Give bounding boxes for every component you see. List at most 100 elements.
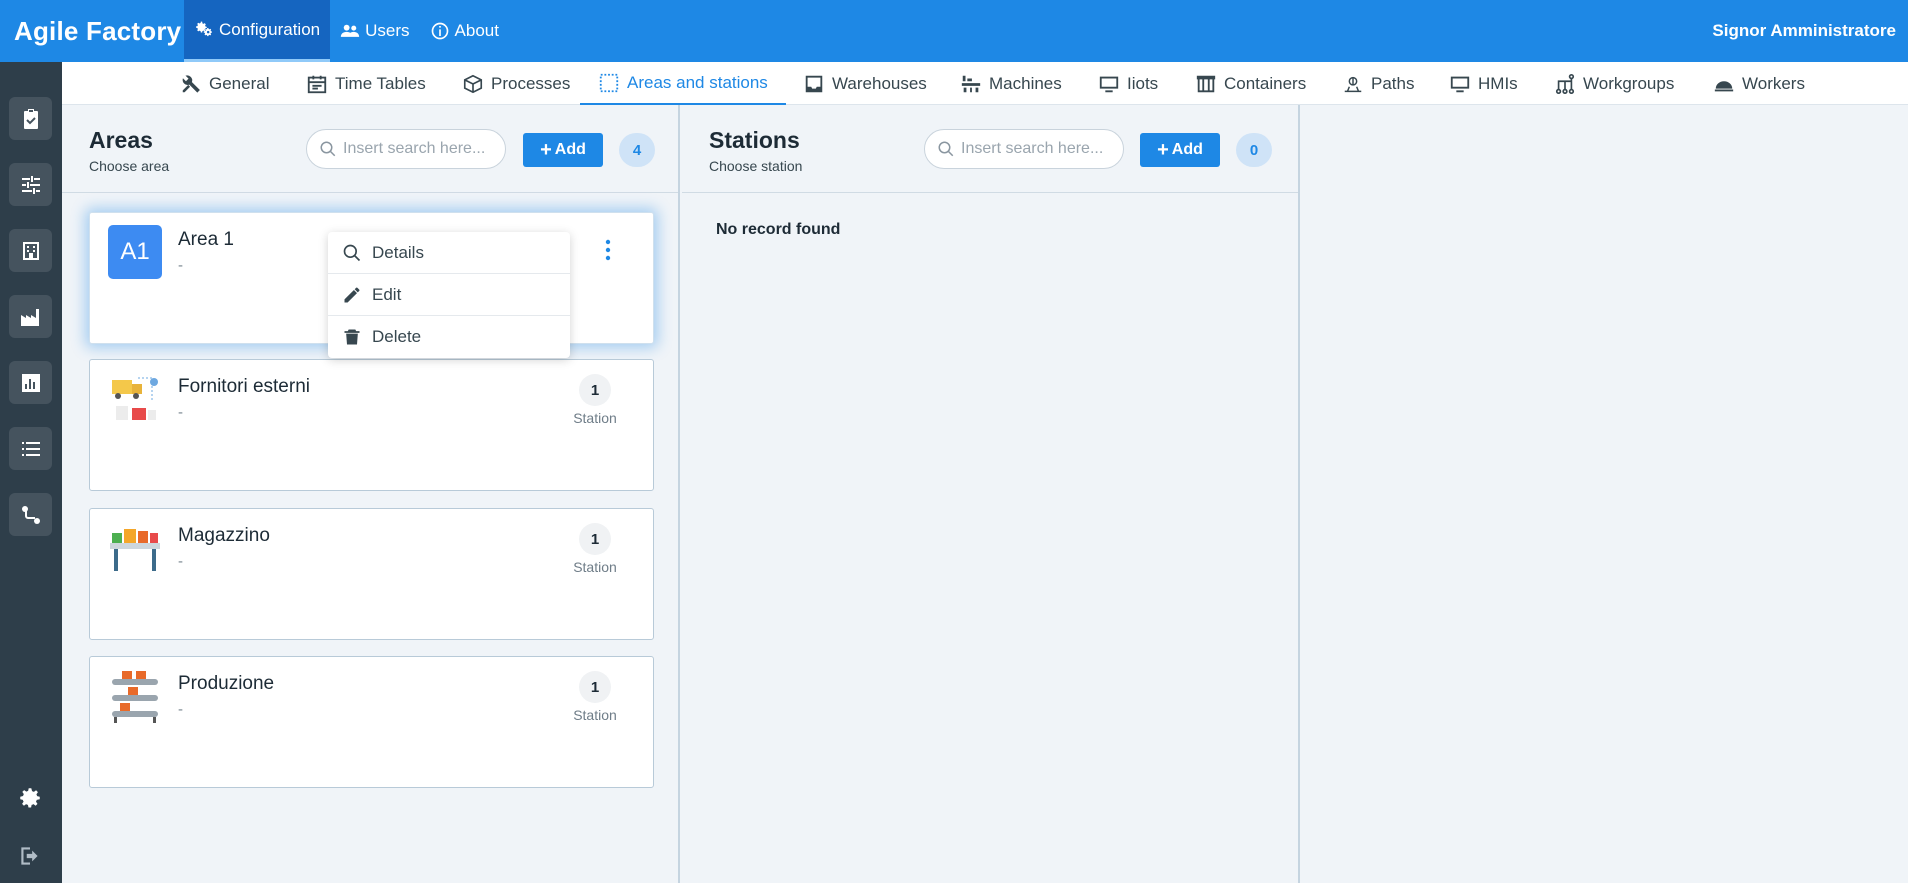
sidebar-logout-button[interactable] [14,840,46,872]
tab-general[interactable]: General [180,62,269,105]
kebab-menu-icon[interactable] [603,239,613,261]
area-card-magazzino[interactable]: Magazzino - 1 Station [89,508,654,640]
tab-workers-label: Workers [1742,73,1805,93]
area-name: Fornitori esterni [178,376,310,397]
tab-warehouses-label: Warehouses [832,73,927,93]
menu-edit-label: Edit [372,284,402,304]
area-description: - [178,553,183,570]
sidebar-reports-button[interactable] [9,361,52,404]
menu-details[interactable]: Details [328,232,570,274]
stations-search-input[interactable] [961,140,1121,158]
user-menu[interactable]: Signor Amministratore [1712,0,1896,62]
nav-users[interactable]: Users [330,0,419,62]
stations-search[interactable] [924,129,1124,169]
stations-count-badge: 0 [1236,133,1272,167]
station-count-label: Station [573,707,617,723]
station-count-value: 1 [579,374,611,406]
gear-icon [20,788,40,808]
sub-nav: General Time Tables Processes Areas and … [62,62,1908,105]
menu-edit[interactable]: Edit [328,274,570,316]
machine-icon [961,75,981,92]
tab-time-tables-label: Time Tables [335,73,426,93]
station-count-label: Station [573,559,617,575]
area-card-produzione[interactable]: Produzione - 1 Station [89,656,654,788]
hardhat-icon [1714,80,1734,91]
area-name: Produzione [178,673,275,694]
tab-machines[interactable]: Machines [960,62,1062,105]
monitor-icon [1450,76,1470,92]
tab-processes[interactable]: Processes [462,62,570,105]
area-context-menu: Details Edit Delete [328,232,570,358]
sidebar-settings-button[interactable] [14,782,46,814]
paths-icon [1344,76,1362,92]
sidebar-planning-button[interactable] [9,163,52,206]
menu-delete[interactable]: Delete [328,316,570,358]
info-icon [431,22,448,40]
station-count: 1 Station [565,671,625,723]
sidebar-flow-button[interactable] [9,493,52,536]
search-icon [343,244,361,261]
calendar-icon [307,75,327,93]
areas-search[interactable] [306,129,506,169]
station-count: 1 Station [565,523,625,575]
tab-workers[interactable]: Workers [1713,62,1805,105]
area-name: Magazzino [178,525,270,546]
tab-processes-label: Processes [491,73,571,93]
warehouse-icon [22,241,39,260]
top-nav: Configuration Users About [184,0,509,62]
warehouse-shelf-icon [110,529,160,571]
workgroups-icon [1555,73,1575,94]
stations-subtitle: Choose station [709,158,803,174]
list-icon [21,441,40,456]
sliders-icon [21,175,40,194]
station-count-value: 1 [579,671,611,703]
areas-header: Areas Choose area + Add 4 [62,105,678,193]
areas-search-input[interactable] [343,140,503,158]
app-title[interactable]: Agile Factory [0,16,184,47]
tab-paths[interactable]: Paths [1342,62,1414,105]
tab-machines-label: Machines [989,73,1062,93]
area-card-fornitori-esterni[interactable]: Fornitori esterni - 1 Station [89,359,654,491]
tab-hmis[interactable]: HMIs [1449,62,1518,105]
detail-panel [1302,105,1908,883]
pencil-icon [344,287,360,302]
tab-iiots[interactable]: Iiots [1098,62,1158,105]
tab-containers[interactable]: Containers [1195,62,1306,105]
sidebar-factory-button[interactable] [9,295,52,338]
factory-icon [20,308,39,326]
add-station-label: Add [1171,141,1203,158]
add-station-button[interactable]: + Add [1140,133,1220,167]
trash-icon [344,329,360,345]
plus-icon: + [1157,139,1169,161]
tab-workgroups[interactable]: Workgroups [1554,62,1674,105]
tab-areas-and-stations[interactable]: Areas and stations [580,62,786,105]
sidebar-tasks-button[interactable] [9,97,52,140]
tab-hmis-label: HMIs [1478,73,1518,93]
area-description: - [178,404,183,421]
inbox-icon [805,75,823,92]
tab-time-tables[interactable]: Time Tables [306,62,426,105]
nav-configuration[interactable]: Configuration [184,0,331,62]
nav-users-label: Users [365,21,410,40]
top-bar: Agile Factory Configuration Users About … [0,0,1908,62]
station-count-label: Station [573,410,617,426]
tab-warehouses[interactable]: Warehouses [803,62,927,105]
nav-configuration-label: Configuration [219,19,321,39]
tab-general-label: General [209,73,270,93]
tab-workgroups-label: Workgroups [1583,73,1675,93]
gears-icon [196,21,212,36]
tab-containers-label: Containers [1224,73,1307,93]
nav-about[interactable]: About [420,0,509,62]
menu-delete-label: Delete [372,327,422,346]
areas-count-badge: 4 [619,133,655,167]
containers-icon [1196,75,1216,92]
area-avatar: A1 [108,225,162,279]
supplier-truck-icon [112,377,158,420]
tab-areas-and-stations-label: Areas and stations [627,72,768,92]
add-area-button[interactable]: + Add [523,133,603,167]
sidebar-list-button[interactable] [9,427,52,470]
logout-icon [21,847,38,865]
nav-about-label: About [454,21,499,40]
sidebar-warehouse-button[interactable] [9,229,52,272]
menu-details-label: Details [372,242,424,262]
